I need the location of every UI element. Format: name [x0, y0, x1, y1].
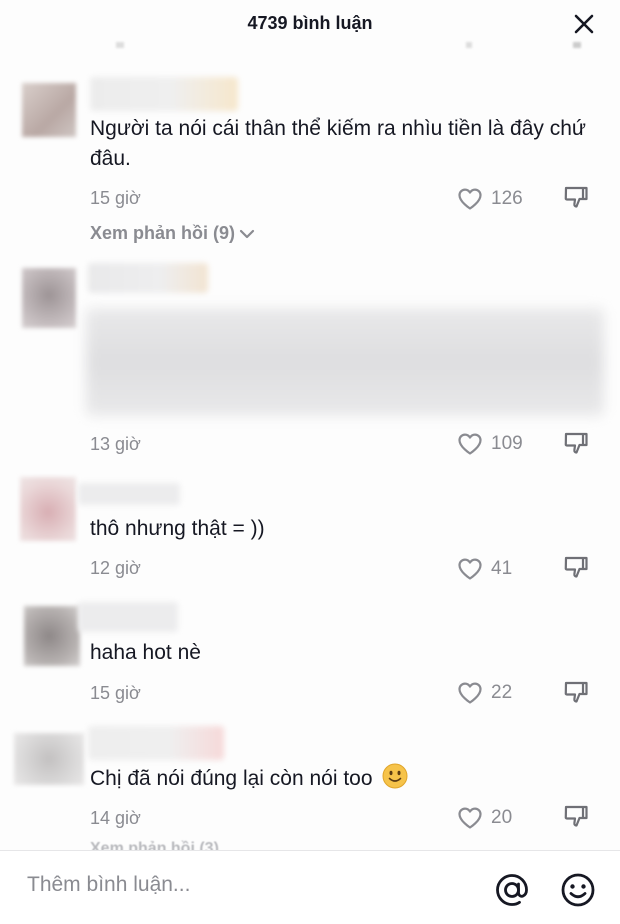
comment-time: 12 giờ: [90, 558, 141, 578]
view-replies-label: Xem phản hồi (9): [90, 223, 236, 243]
heart-icon: [458, 558, 482, 580]
comment-time: 14 giờ: [90, 808, 141, 828]
comments-header: 4739 bình luận: [0, 0, 620, 48]
scroll-peek: [116, 42, 124, 48]
comment-text: thô nhưng thật = )): [90, 517, 265, 540]
chevron-down-icon: [239, 229, 255, 238]
heart-icon: [458, 433, 482, 455]
dislike-button[interactable]: [563, 431, 589, 457]
mention-button[interactable]: [493, 871, 531, 909]
username-blurred[interactable]: [78, 483, 180, 505]
at-sign-icon: [496, 874, 528, 906]
dislike-button[interactable]: [563, 680, 589, 706]
comment-count-title: 4739 bình luận: [247, 13, 373, 33]
like-button[interactable]: 41: [457, 556, 512, 582]
like-count: 41: [491, 558, 513, 579]
thumbs-down-icon: [564, 432, 588, 454]
comment-time: 15 giờ: [90, 188, 141, 208]
avatar[interactable]: [20, 477, 76, 541]
dislike-button[interactable]: [563, 555, 589, 581]
view-replies-button[interactable]: Xem phản hồi (9): [90, 223, 256, 244]
dislike-button[interactable]: [563, 185, 589, 211]
scroll-peek: [573, 42, 581, 48]
like-count: 22: [491, 682, 513, 703]
avatar[interactable]: [22, 268, 76, 328]
comment-time: 15 giờ: [90, 683, 141, 703]
dislike-button[interactable]: [563, 804, 589, 830]
avatar[interactable]: [24, 606, 80, 666]
comment-text-blurred: [86, 308, 604, 416]
username-blurred[interactable]: [78, 602, 178, 632]
close-button[interactable]: [572, 12, 596, 36]
like-count: 20: [491, 807, 513, 828]
comment-time: 13 giờ: [90, 434, 141, 454]
comment-composer: [0, 850, 620, 924]
username-blurred[interactable]: [90, 77, 238, 111]
scroll-peek: [466, 42, 472, 48]
thumbs-down-icon: [564, 556, 588, 578]
like-count: 126: [491, 188, 523, 209]
comment-input[interactable]: [27, 873, 467, 897]
like-button[interactable]: 126: [457, 186, 523, 212]
heart-icon: [458, 682, 482, 704]
username-blurred[interactable]: [88, 726, 224, 760]
like-button[interactable]: 22: [457, 680, 512, 706]
avatar[interactable]: [14, 733, 84, 785]
avatar[interactable]: [22, 83, 76, 137]
comment-text: haha hot nè: [90, 641, 201, 664]
emoji-button[interactable]: [559, 871, 597, 909]
comment-text-content: Chị đã nói đúng lại còn nói too: [90, 767, 373, 790]
thumbs-down-icon: [564, 681, 588, 703]
slightly-smiling-face-icon: [382, 763, 408, 789]
comment-text: Người ta nói cái thân thể kiếm ra nhìu t…: [90, 117, 586, 170]
close-icon: [574, 14, 594, 34]
thumbs-down-icon: [564, 186, 588, 208]
heart-icon: [458, 807, 482, 829]
emoji-icon: [561, 873, 595, 907]
thumbs-down-icon: [564, 805, 588, 827]
heart-icon: [458, 188, 482, 210]
username-blurred[interactable]: [88, 263, 208, 293]
like-button[interactable]: 20: [457, 805, 512, 831]
like-count: 109: [491, 433, 523, 454]
comment-text: Chị đã nói đúng lại còn nói too: [90, 763, 590, 794]
like-button[interactable]: 109: [457, 431, 523, 457]
